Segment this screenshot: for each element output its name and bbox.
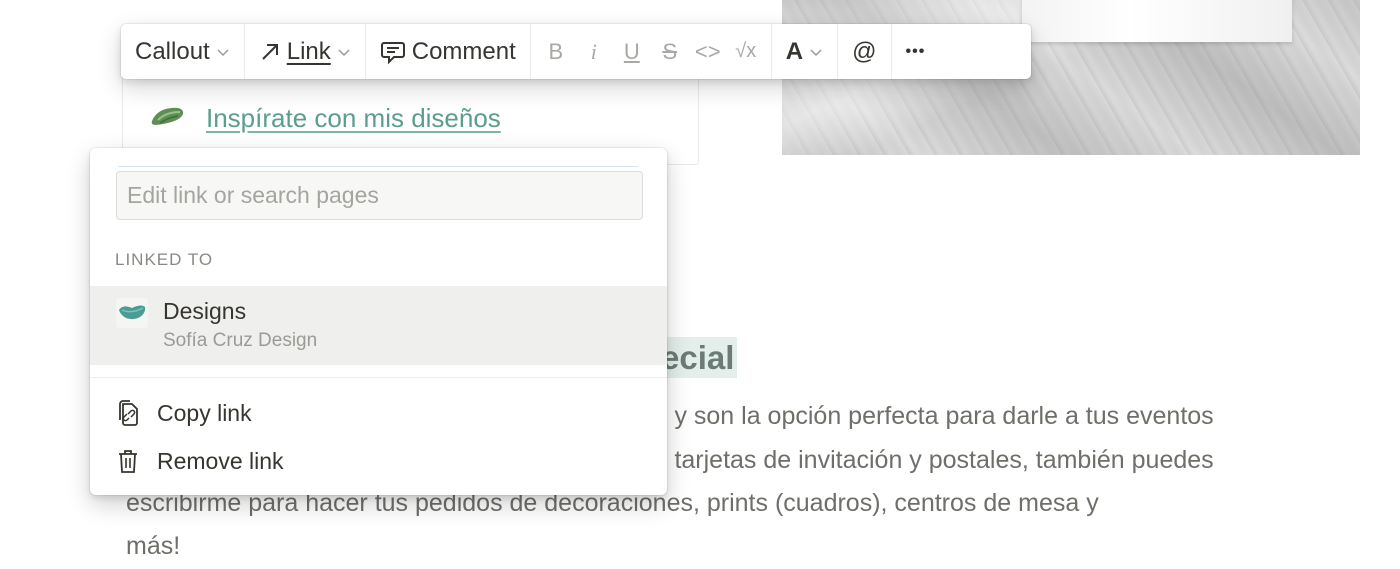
underline-button[interactable]: U: [613, 39, 651, 65]
link-button[interactable]: Link: [259, 38, 351, 66]
paragraph-line: s tarjetas de invitación y postales, tam…: [655, 446, 1214, 474]
block-type-label: Callout: [135, 37, 210, 65]
paragraph-line: s y son la opción perfecta para darle a …: [655, 402, 1214, 430]
paragraph-line: más!: [126, 532, 181, 560]
copy-link-icon: [119, 400, 138, 426]
turn-into-button[interactable]: Callout: [135, 38, 230, 66]
linked-page-item[interactable]: Designs Sofía Cruz Design: [90, 286, 667, 365]
block-type-group: Callout: [121, 24, 245, 79]
callout-link[interactable]: Inspírate con mis diseños: [206, 103, 501, 134]
chevron-down-icon: [217, 48, 229, 56]
text-color-label: A: [785, 37, 804, 65]
text-format-group: B i U S <> √x: [531, 24, 772, 79]
comment-group: Comment: [366, 24, 531, 79]
popup-divider-top: [118, 166, 638, 167]
copy-link-label: Copy link: [157, 400, 252, 426]
more-group: •••: [892, 24, 940, 79]
color-group: A: [772, 24, 839, 79]
inline-code-button[interactable]: <>: [689, 39, 727, 65]
bold-button[interactable]: B: [537, 39, 575, 65]
arrow-up-right-icon: [262, 43, 278, 60]
section-heading: ecial: [655, 337, 738, 378]
link-popup: LINKED TO Designs Sofía Cruz Design Copy…: [90, 148, 667, 495]
math-button[interactable]: √x: [727, 40, 765, 63]
remove-link-label: Remove link: [157, 448, 284, 474]
link-search-input[interactable]: [116, 171, 643, 220]
speech-bubble-icon: [380, 41, 405, 64]
leaf-brush-icon: [151, 107, 184, 125]
linked-page-subtitle: Sofía Cruz Design: [163, 330, 318, 351]
formatting-toolbar: Callout Link Comment B i U S <> √x A @ •…: [121, 24, 1031, 79]
popup-divider: [90, 377, 667, 378]
chevron-down-icon: [338, 48, 350, 56]
link-label: Link: [286, 37, 331, 65]
mention-group: @: [838, 24, 892, 79]
more-options-button[interactable]: •••: [906, 43, 926, 61]
remove-link-button[interactable]: Remove link: [90, 439, 667, 483]
teal-brush-icon: [116, 298, 148, 328]
trash-icon: [119, 450, 137, 473]
comment-label: Comment: [411, 37, 516, 65]
cover-image-paper-detail: [1022, 0, 1292, 42]
linked-to-label: LINKED TO: [115, 250, 214, 269]
strikethrough-button[interactable]: S: [651, 39, 689, 65]
chevron-down-icon: [810, 48, 822, 56]
copy-link-button[interactable]: Copy link: [90, 391, 667, 435]
link-group: Link: [245, 24, 366, 79]
mention-button[interactable]: @: [852, 38, 876, 66]
text-color-button[interactable]: A: [786, 38, 823, 66]
linked-page-title: Designs: [163, 298, 247, 324]
comment-button[interactable]: Comment: [380, 38, 516, 66]
italic-button[interactable]: i: [575, 39, 613, 65]
